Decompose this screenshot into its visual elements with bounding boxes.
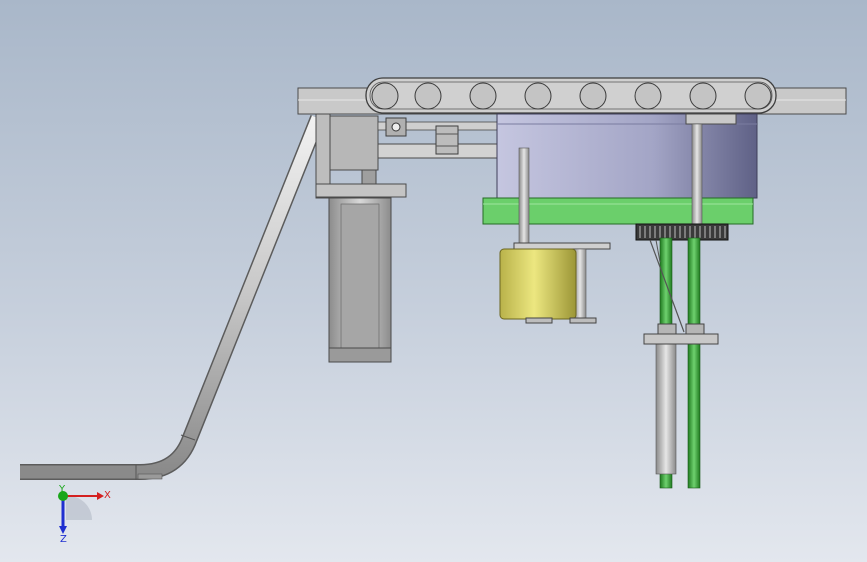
pneumatic-cylinder[interactable]: [328, 197, 392, 363]
gear-motor[interactable]: [499, 242, 611, 324]
ejector-rods[interactable]: [643, 237, 719, 489]
assembly-model-view[interactable]: X Y Z: [0, 0, 867, 562]
axis-y-label: Y: [58, 484, 66, 495]
roller-conveyor[interactable]: [365, 77, 777, 114]
axis-z-label: Z: [60, 534, 67, 545]
axis-x-label: X: [104, 490, 111, 501]
cad-viewport[interactable]: X Y Z: [0, 0, 867, 562]
slide-pipe[interactable]: [20, 115, 326, 480]
rotary-drum[interactable]: [496, 113, 758, 199]
coordinate-triad-icon: X Y Z: [58, 484, 111, 545]
gear-ring[interactable]: [635, 223, 729, 241]
